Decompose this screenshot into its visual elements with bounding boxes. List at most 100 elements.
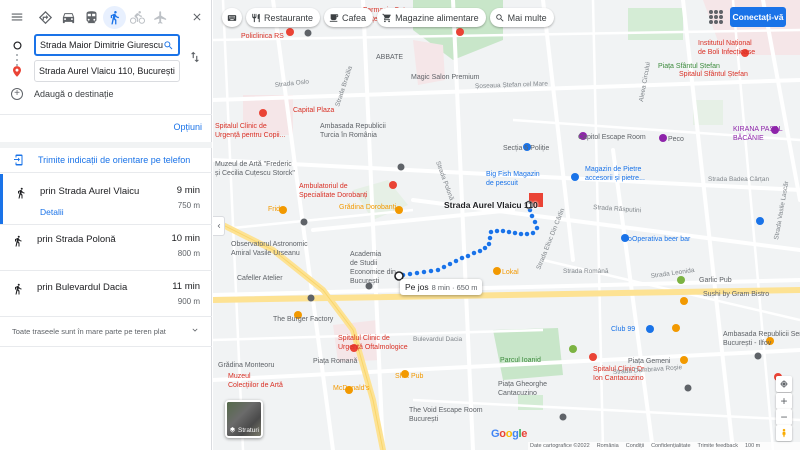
apps-grid-icon[interactable] — [709, 10, 723, 24]
map-canvas[interactable]: Policlinica RS Tei Farmacia Catena - Reț… — [213, 0, 800, 450]
route-distance: 750 m — [177, 201, 200, 210]
origin-circle-icon — [0, 40, 34, 50]
svg-text:Garlic Pub: Garlic Pub — [699, 277, 732, 284]
map-attribution: Date cartografice ©2022 România Condiții… — [528, 442, 800, 450]
walking-icon — [15, 186, 27, 200]
svg-text:Piața Gemeni: Piața Gemeni — [628, 358, 671, 365]
divider — [0, 142, 212, 148]
route-time: 10 min — [171, 233, 200, 244]
layers-icon — [229, 427, 236, 433]
my-location-button[interactable] — [776, 376, 792, 392]
options-link[interactable]: Opțiuni — [173, 122, 202, 132]
svg-text:Strada Română: Strada Română — [563, 268, 609, 275]
walking-time-bubble[interactable]: Pe jos 8 min · 650 m — [400, 279, 483, 295]
svg-text:Amiral Vasile Urseanu: Amiral Vasile Urseanu — [231, 250, 300, 257]
send-to-phone-button[interactable]: Trimite indicații de orientare pe telefo… — [0, 150, 212, 170]
fork-knife-icon — [252, 13, 260, 22]
origin-input[interactable]: Strada Maior Dimitrie Giurescu 2-10, — [34, 34, 180, 56]
car-icon — [62, 12, 75, 23]
svg-text:Strada Leonida: Strada Leonida — [650, 267, 695, 280]
route-details-link[interactable]: Detalii — [40, 207, 64, 217]
chip-label: Cafea — [342, 12, 367, 23]
svg-text:de Boli Infecțioase: de Boli Infecțioase — [698, 49, 755, 56]
keyboard-shortcuts-button[interactable] — [222, 8, 242, 27]
route-name: prin Bulevardul Dacia — [37, 282, 128, 293]
zoom-out-button[interactable]: − — [776, 409, 792, 425]
svg-text:Spitalul Sfântul Ștefan: Spitalul Sfântul Ștefan — [679, 71, 748, 78]
svg-text:Strada Răsputini: Strada Răsputini — [593, 204, 641, 214]
route-time: 9 min — [176, 185, 200, 196]
svg-text:Peco: Peco — [668, 136, 684, 143]
route-time: 11 min — [172, 281, 200, 292]
google-logo: Google — [491, 428, 528, 440]
svg-text:Ambasada Republicii: Ambasada Republicii — [320, 123, 386, 130]
swap-directions-icon[interactable] — [188, 50, 202, 64]
svg-text:Observatorul Astronomic: Observatorul Astronomic — [231, 241, 308, 248]
mode-best-button[interactable] — [34, 6, 57, 29]
chip-groceries[interactable]: Magazine alimentare — [377, 8, 486, 27]
chip-more[interactable]: Mai multe — [489, 8, 554, 27]
destination-input[interactable]: Strada Aurel Vlaicu 110, București 03016 — [34, 60, 180, 82]
route-option[interactable]: prin Strada Polonă 10 min 800 m — [0, 222, 212, 270]
svg-text:de Studii: de Studii — [350, 260, 378, 267]
feedback-link[interactable]: Trimite feedback — [698, 443, 738, 449]
diamond-directions-icon — [38, 10, 53, 24]
privacy-link[interactable]: Confidențialitate — [651, 443, 690, 449]
collapse-panel-button[interactable] — [213, 216, 225, 236]
svg-text:București - Ilfov: București - Ilfov — [723, 340, 772, 347]
add-destination-button[interactable]: + Adaugă o destinație — [0, 85, 114, 103]
add-icon: + — [0, 88, 34, 100]
category-chip-bar: Restaurante Cafea Magazine alimentare Ma… — [222, 8, 554, 27]
route-option[interactable]: prin Strada Aurel Vlaicu 9 min 750 m Det… — [0, 174, 212, 224]
route-name: prin Strada Aurel Vlaicu — [40, 186, 140, 197]
svg-text:Grădina Monteoru: Grădina Monteoru — [218, 362, 275, 369]
svg-text:Turcia în România: Turcia în România — [320, 132, 377, 139]
mode-car-button[interactable] — [57, 6, 80, 29]
sign-in-button[interactable]: Conectați-vă — [730, 7, 786, 27]
svg-text:CoOperativa beer bar: CoOperativa beer bar — [623, 236, 691, 243]
svg-text:Strada Oslo: Strada Oslo — [274, 78, 309, 89]
destination-map-label: Strada Aurel Vlaicu 110 — [444, 200, 538, 210]
scale-label[interactable]: 100 m — [745, 443, 760, 449]
svg-text:Specialitate Dorobanți: Specialitate Dorobanți — [299, 192, 368, 199]
destination-pin-icon — [0, 65, 34, 77]
zoom-in-button[interactable]: + — [776, 393, 792, 409]
svg-text:Capitol Escape Room: Capitol Escape Room — [578, 134, 646, 141]
svg-text:București: București — [409, 416, 439, 423]
bubble-mode: Pe jos — [405, 282, 429, 292]
crosshair-icon — [780, 380, 788, 388]
svg-text:accesorii și pietre...: accesorii și pietre... — [585, 175, 645, 182]
svg-text:The Void Escape Room: The Void Escape Room — [409, 407, 483, 414]
search-icon[interactable] — [163, 40, 174, 51]
chevron-left-icon — [217, 224, 220, 228]
route-option[interactable]: prin Bulevardul Dacia 11 min 900 m — [0, 270, 212, 316]
mode-transit-button[interactable] — [80, 6, 103, 29]
layers-button[interactable]: Straturi — [225, 400, 263, 438]
mode-flight-button[interactable] — [149, 6, 172, 29]
svg-text:Sushi by Gram Bistro: Sushi by Gram Bistro — [703, 291, 769, 298]
svg-text:Aleea Circului: Aleea Circului — [638, 62, 652, 103]
svg-text:Cantacuzino: Cantacuzino — [498, 390, 537, 397]
directions-panel: Strada Maior Dimitrie Giurescu 2-10, Str… — [0, 0, 212, 450]
mode-bicycle-button[interactable] — [126, 6, 149, 29]
svg-text:Big Fish Magazin: Big Fish Magazin — [486, 171, 540, 178]
mode-walking-button[interactable] — [103, 5, 126, 29]
close-icon[interactable] — [187, 7, 207, 27]
svg-text:Ambasada Republicii Serbia: Ambasada Republicii Serbia — [723, 331, 800, 338]
svg-text:Ion Cantacuzino: Ion Cantacuzino — [593, 375, 644, 382]
pegman-icon — [782, 428, 786, 438]
svg-text:Academia: Academia — [350, 251, 381, 258]
chevron-down-icon[interactable] — [190, 325, 200, 335]
svg-text:Ambulatoriul de: Ambulatoriul de — [299, 183, 348, 190]
terms-link[interactable]: Condiții — [626, 443, 644, 449]
chip-coffee[interactable]: Cafea — [324, 8, 374, 27]
attribution-copyright: Date cartografice ©2022 — [530, 443, 590, 449]
menu-icon[interactable] — [4, 4, 30, 30]
svg-text:și Cecilia Cuțescu Storck": și Cecilia Cuțescu Storck" — [215, 170, 295, 177]
chip-restaurants[interactable]: Restaurante — [246, 8, 321, 27]
svg-text:Piața Gheorghe: Piața Gheorghe — [498, 381, 547, 388]
divider — [0, 114, 212, 115]
svg-text:Parcul Ioanid: Parcul Ioanid — [500, 357, 541, 364]
street-view-button[interactable] — [776, 425, 792, 441]
svg-text:de pescuit: de pescuit — [486, 180, 518, 187]
